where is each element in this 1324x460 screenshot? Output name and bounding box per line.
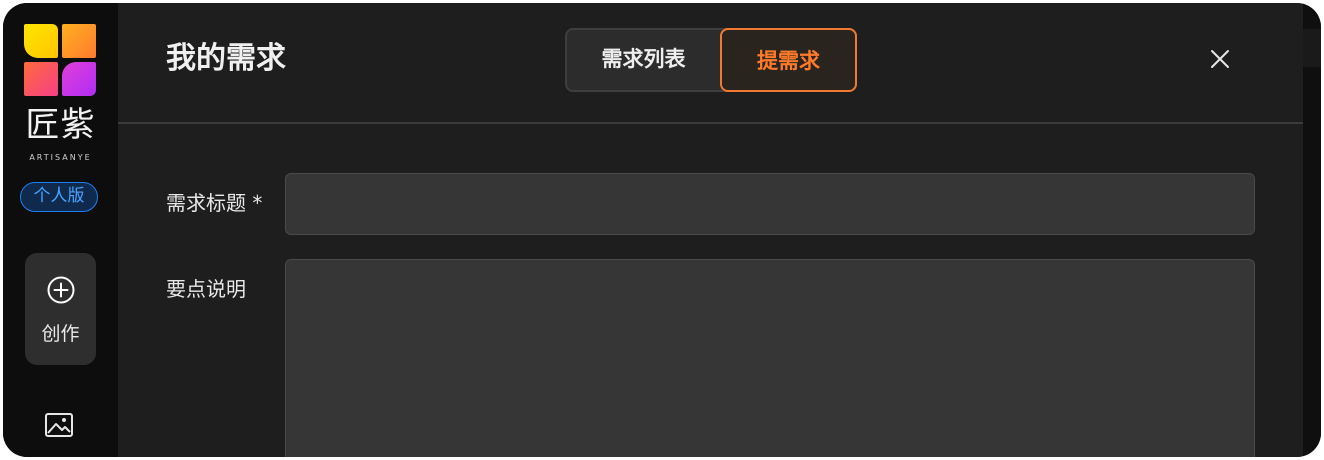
brand-name: 匠紫 bbox=[25, 105, 96, 145]
title-input[interactable] bbox=[285, 173, 1255, 235]
points-field-label: 要点说明 bbox=[166, 277, 246, 301]
requirements-panel: 我的需求 需求列表 提需求 需求标题 * 要点说明 bbox=[118, 3, 1303, 457]
edition-badge[interactable]: 个人版 bbox=[20, 182, 98, 212]
app-window: 匠紫 ARTISANYE 个人版 创作 我的需求 需求列表 提需求 需求标题 *… bbox=[3, 3, 1321, 457]
sidebar: 匠紫 ARTISANYE 个人版 创作 bbox=[3, 3, 118, 457]
page-title: 我的需求 bbox=[166, 41, 286, 76]
tab-switcher: 需求列表 提需求 bbox=[565, 28, 857, 92]
tab-requirements-list[interactable]: 需求列表 bbox=[567, 28, 720, 92]
title-field-label: 需求标题 * bbox=[166, 191, 263, 215]
close-icon[interactable] bbox=[1208, 47, 1232, 71]
right-edge-strip bbox=[1303, 3, 1321, 457]
points-textarea[interactable] bbox=[285, 259, 1255, 457]
create-label: 创作 bbox=[41, 323, 80, 345]
plus-circle-icon bbox=[47, 276, 75, 304]
image-icon[interactable] bbox=[43, 411, 75, 439]
tab-submit-requirement[interactable]: 提需求 bbox=[720, 28, 857, 92]
brand-subtitle: ARTISANYE bbox=[29, 153, 92, 162]
header-divider bbox=[118, 122, 1303, 124]
logo-icon bbox=[24, 24, 96, 96]
create-button[interactable]: 创作 bbox=[25, 253, 96, 365]
